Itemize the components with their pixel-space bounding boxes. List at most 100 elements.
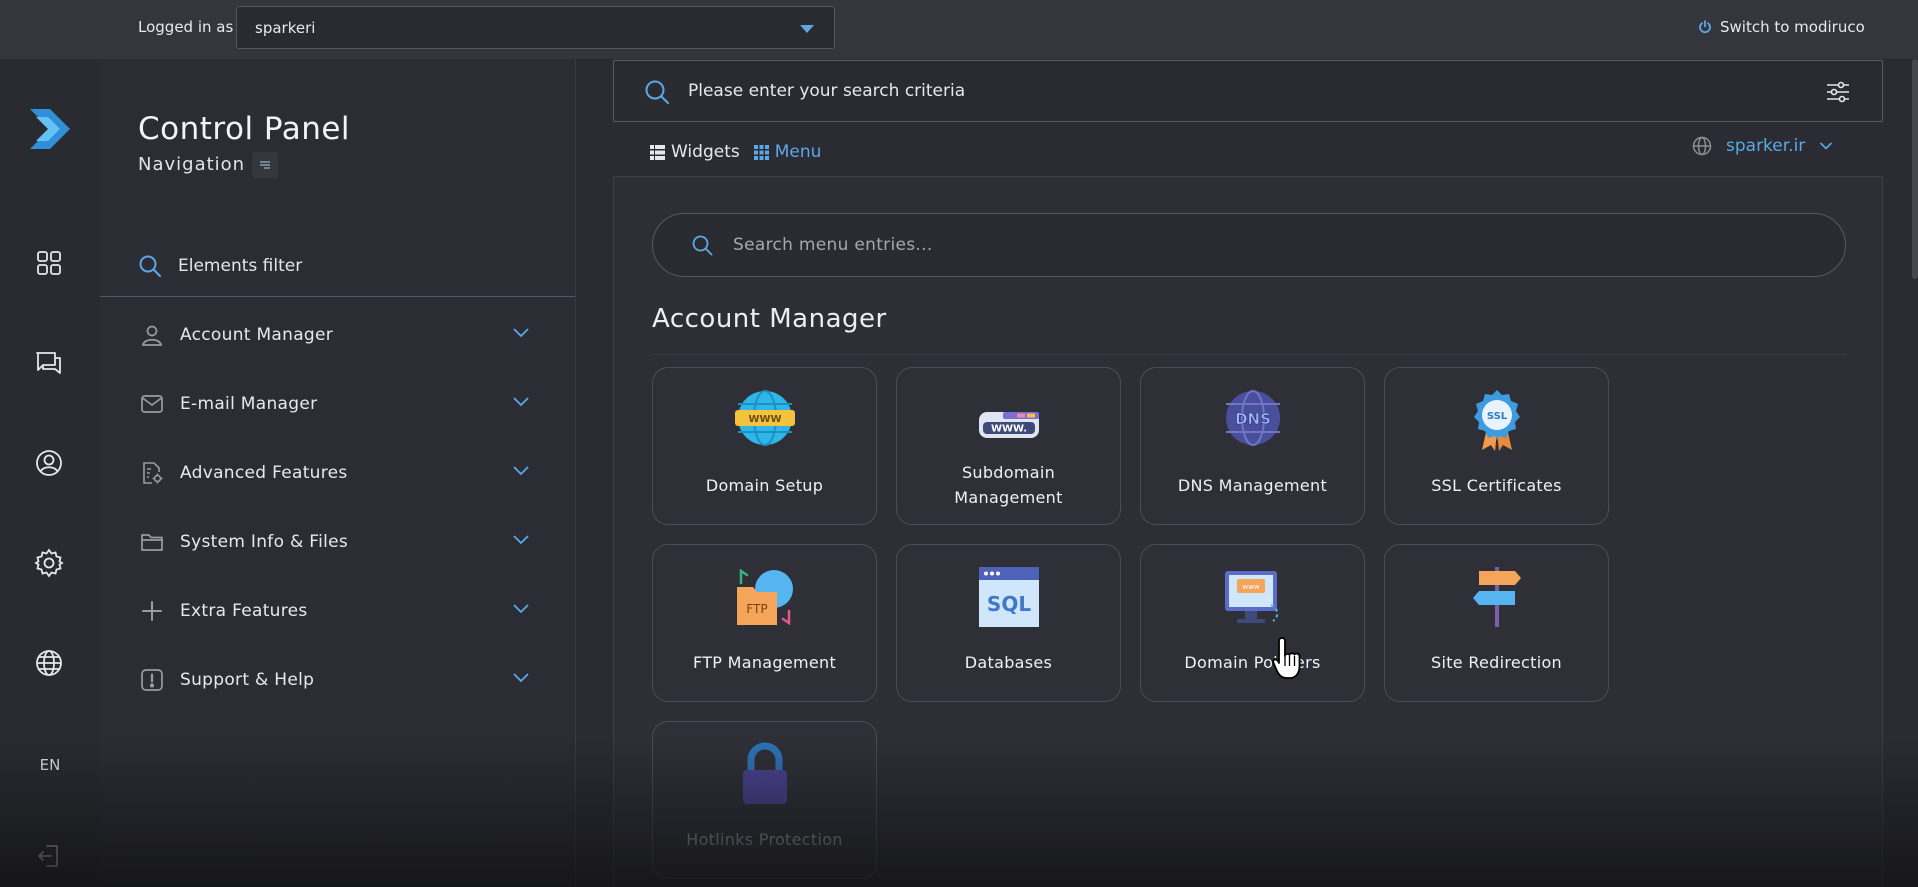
nav-item-label: Account Manager	[180, 325, 334, 345]
card-label: SSL Certificates	[1431, 475, 1562, 495]
language-label[interactable]: EN	[0, 756, 100, 774]
www-globe-icon: WWW	[733, 388, 797, 452]
globe-icon[interactable]	[33, 647, 65, 679]
chevron-down-icon	[1819, 141, 1833, 151]
card-label: Subdomain Management	[954, 463, 1063, 507]
nav-item-extra-features[interactable]: Extra Features	[138, 591, 548, 631]
global-search-input[interactable]: Please enter your search criteria	[613, 60, 1883, 122]
signpost-icon	[1465, 565, 1529, 629]
search-icon	[644, 79, 670, 105]
nav-item-label: Support & Help	[180, 670, 315, 690]
padlock-icon	[733, 742, 797, 806]
card-subdomain-management[interactable]: WWW. Subdomain Management	[896, 367, 1121, 525]
card-label: Site Redirection	[1431, 652, 1562, 672]
alert-icon	[138, 666, 166, 694]
nav-item-system-info-files[interactable]: System Info & Files	[138, 522, 548, 562]
app-logo[interactable]	[26, 103, 74, 155]
user-select[interactable]: sparkeri	[236, 6, 835, 49]
caret-down-icon	[800, 25, 814, 33]
navigation-subtitle: Navigation	[138, 154, 246, 175]
nav-item-advanced-features[interactable]: Advanced Features	[138, 453, 548, 493]
card-databases[interactable]: SQL Databases	[896, 544, 1121, 702]
advanced-settings-icon	[138, 459, 166, 487]
power-icon	[1698, 20, 1712, 34]
section-title: Account Manager	[652, 304, 887, 334]
plus-icon	[138, 597, 166, 625]
logout-icon[interactable]	[33, 840, 65, 872]
dns-globe-icon: DNS	[1221, 388, 1285, 452]
grid-icon	[753, 144, 769, 160]
switch-user-button[interactable]: Switch to modiruco	[1698, 18, 1865, 36]
card-ssl-certificates[interactable]: SSL SSL Certificates	[1384, 367, 1609, 525]
nav-item-account-manager[interactable]: Account Manager	[138, 315, 548, 355]
nav-item-label: Advanced Features	[180, 463, 348, 483]
page-title: Control Panel	[138, 111, 351, 147]
svg-text:SSL: SSL	[1487, 411, 1508, 422]
chat-icon[interactable]	[33, 347, 65, 379]
nav-item-label: System Info & Files	[180, 532, 349, 552]
divider	[100, 296, 575, 297]
nav-item-email-manager[interactable]: E-mail Manager	[138, 384, 548, 424]
navigation-panel: Control Panel Navigation Elements filter…	[100, 59, 576, 887]
search-icon	[138, 254, 162, 278]
menu-search-placeholder: Search menu entries...	[733, 235, 933, 255]
globe-icon	[1692, 136, 1712, 156]
domain-select[interactable]: sparker.ir	[1692, 136, 1833, 156]
card-hotlinks-protection[interactable]: Hotlinks Protection	[652, 721, 877, 879]
folder-icon	[138, 528, 166, 556]
user-circle-icon[interactable]	[33, 447, 65, 479]
mail-icon	[138, 390, 166, 418]
chevron-down-icon	[512, 327, 530, 339]
nav-item-label: E-mail Manager	[180, 394, 318, 414]
elements-filter[interactable]: Elements filter	[138, 254, 302, 278]
card-domain-pointers[interactable]: www Domain Pointers	[1140, 544, 1365, 702]
card-label: Domain Pointers	[1184, 652, 1321, 672]
elements-filter-label: Elements filter	[178, 256, 303, 276]
card-label: Domain Setup	[705, 475, 824, 495]
hand-cursor-icon	[1272, 636, 1306, 682]
domain-select-value: sparker.ir	[1726, 136, 1806, 156]
user-icon	[138, 321, 166, 349]
domain-pointer-monitor-icon: www	[1221, 565, 1285, 629]
www-window-icon: WWW.	[977, 388, 1041, 452]
tab-widgets[interactable]: Widgets	[650, 142, 740, 162]
card-label: FTP Management	[692, 652, 837, 672]
card-label: Hotlinks Protection	[686, 829, 843, 849]
list-icon	[650, 144, 665, 160]
view-tabs: Widgets Menu	[650, 142, 821, 162]
top-bar: Logged in as sparkeri Switch to modiruco	[0, 0, 1918, 59]
logged-in-label: Logged in as	[138, 18, 234, 36]
svg-text:FTP: FTP	[746, 602, 767, 616]
nav-item-support-help[interactable]: Support & Help	[138, 660, 548, 700]
card-dns-management[interactable]: DNS DNS Management	[1140, 367, 1365, 525]
collapse-nav-button[interactable]	[252, 152, 278, 178]
divider	[652, 354, 1846, 355]
filter-settings-icon[interactable]	[1826, 81, 1850, 103]
svg-text:DNS: DNS	[1235, 410, 1271, 428]
card-label: DNS Management	[1177, 475, 1328, 495]
tab-menu-label: Menu	[774, 142, 822, 162]
chevron-down-icon	[512, 603, 530, 615]
left-rail: EN	[0, 59, 100, 887]
menu-panel: Search menu entries... Account Manager W…	[613, 176, 1883, 887]
switch-user-label: Switch to modiruco	[1720, 18, 1865, 36]
chevron-down-icon	[512, 396, 530, 408]
svg-text:WWW.: WWW.	[991, 424, 1027, 435]
menu-search-input[interactable]: Search menu entries...	[652, 213, 1846, 277]
gear-icon[interactable]	[33, 547, 65, 579]
tab-menu[interactable]: Menu	[753, 142, 822, 162]
global-search-placeholder: Please enter your search criteria	[688, 81, 966, 101]
card-ftp-management[interactable]: FTP FTP Management	[652, 544, 877, 702]
user-select-value: sparkeri	[255, 19, 316, 37]
nav-item-label: Extra Features	[180, 601, 308, 621]
dashboard-grid-icon[interactable]	[33, 247, 65, 279]
svg-text:SQL: SQL	[987, 592, 1031, 616]
card-domain-setup[interactable]: WWW Domain Setup	[652, 367, 877, 525]
svg-text:www: www	[1242, 583, 1259, 591]
chevron-down-icon	[512, 672, 530, 684]
sql-window-icon: SQL	[977, 565, 1041, 629]
card-site-redirection[interactable]: Site Redirection	[1384, 544, 1609, 702]
search-icon	[691, 234, 713, 256]
scrollbar[interactable]	[1912, 59, 1918, 279]
chevron-down-icon	[512, 534, 530, 546]
